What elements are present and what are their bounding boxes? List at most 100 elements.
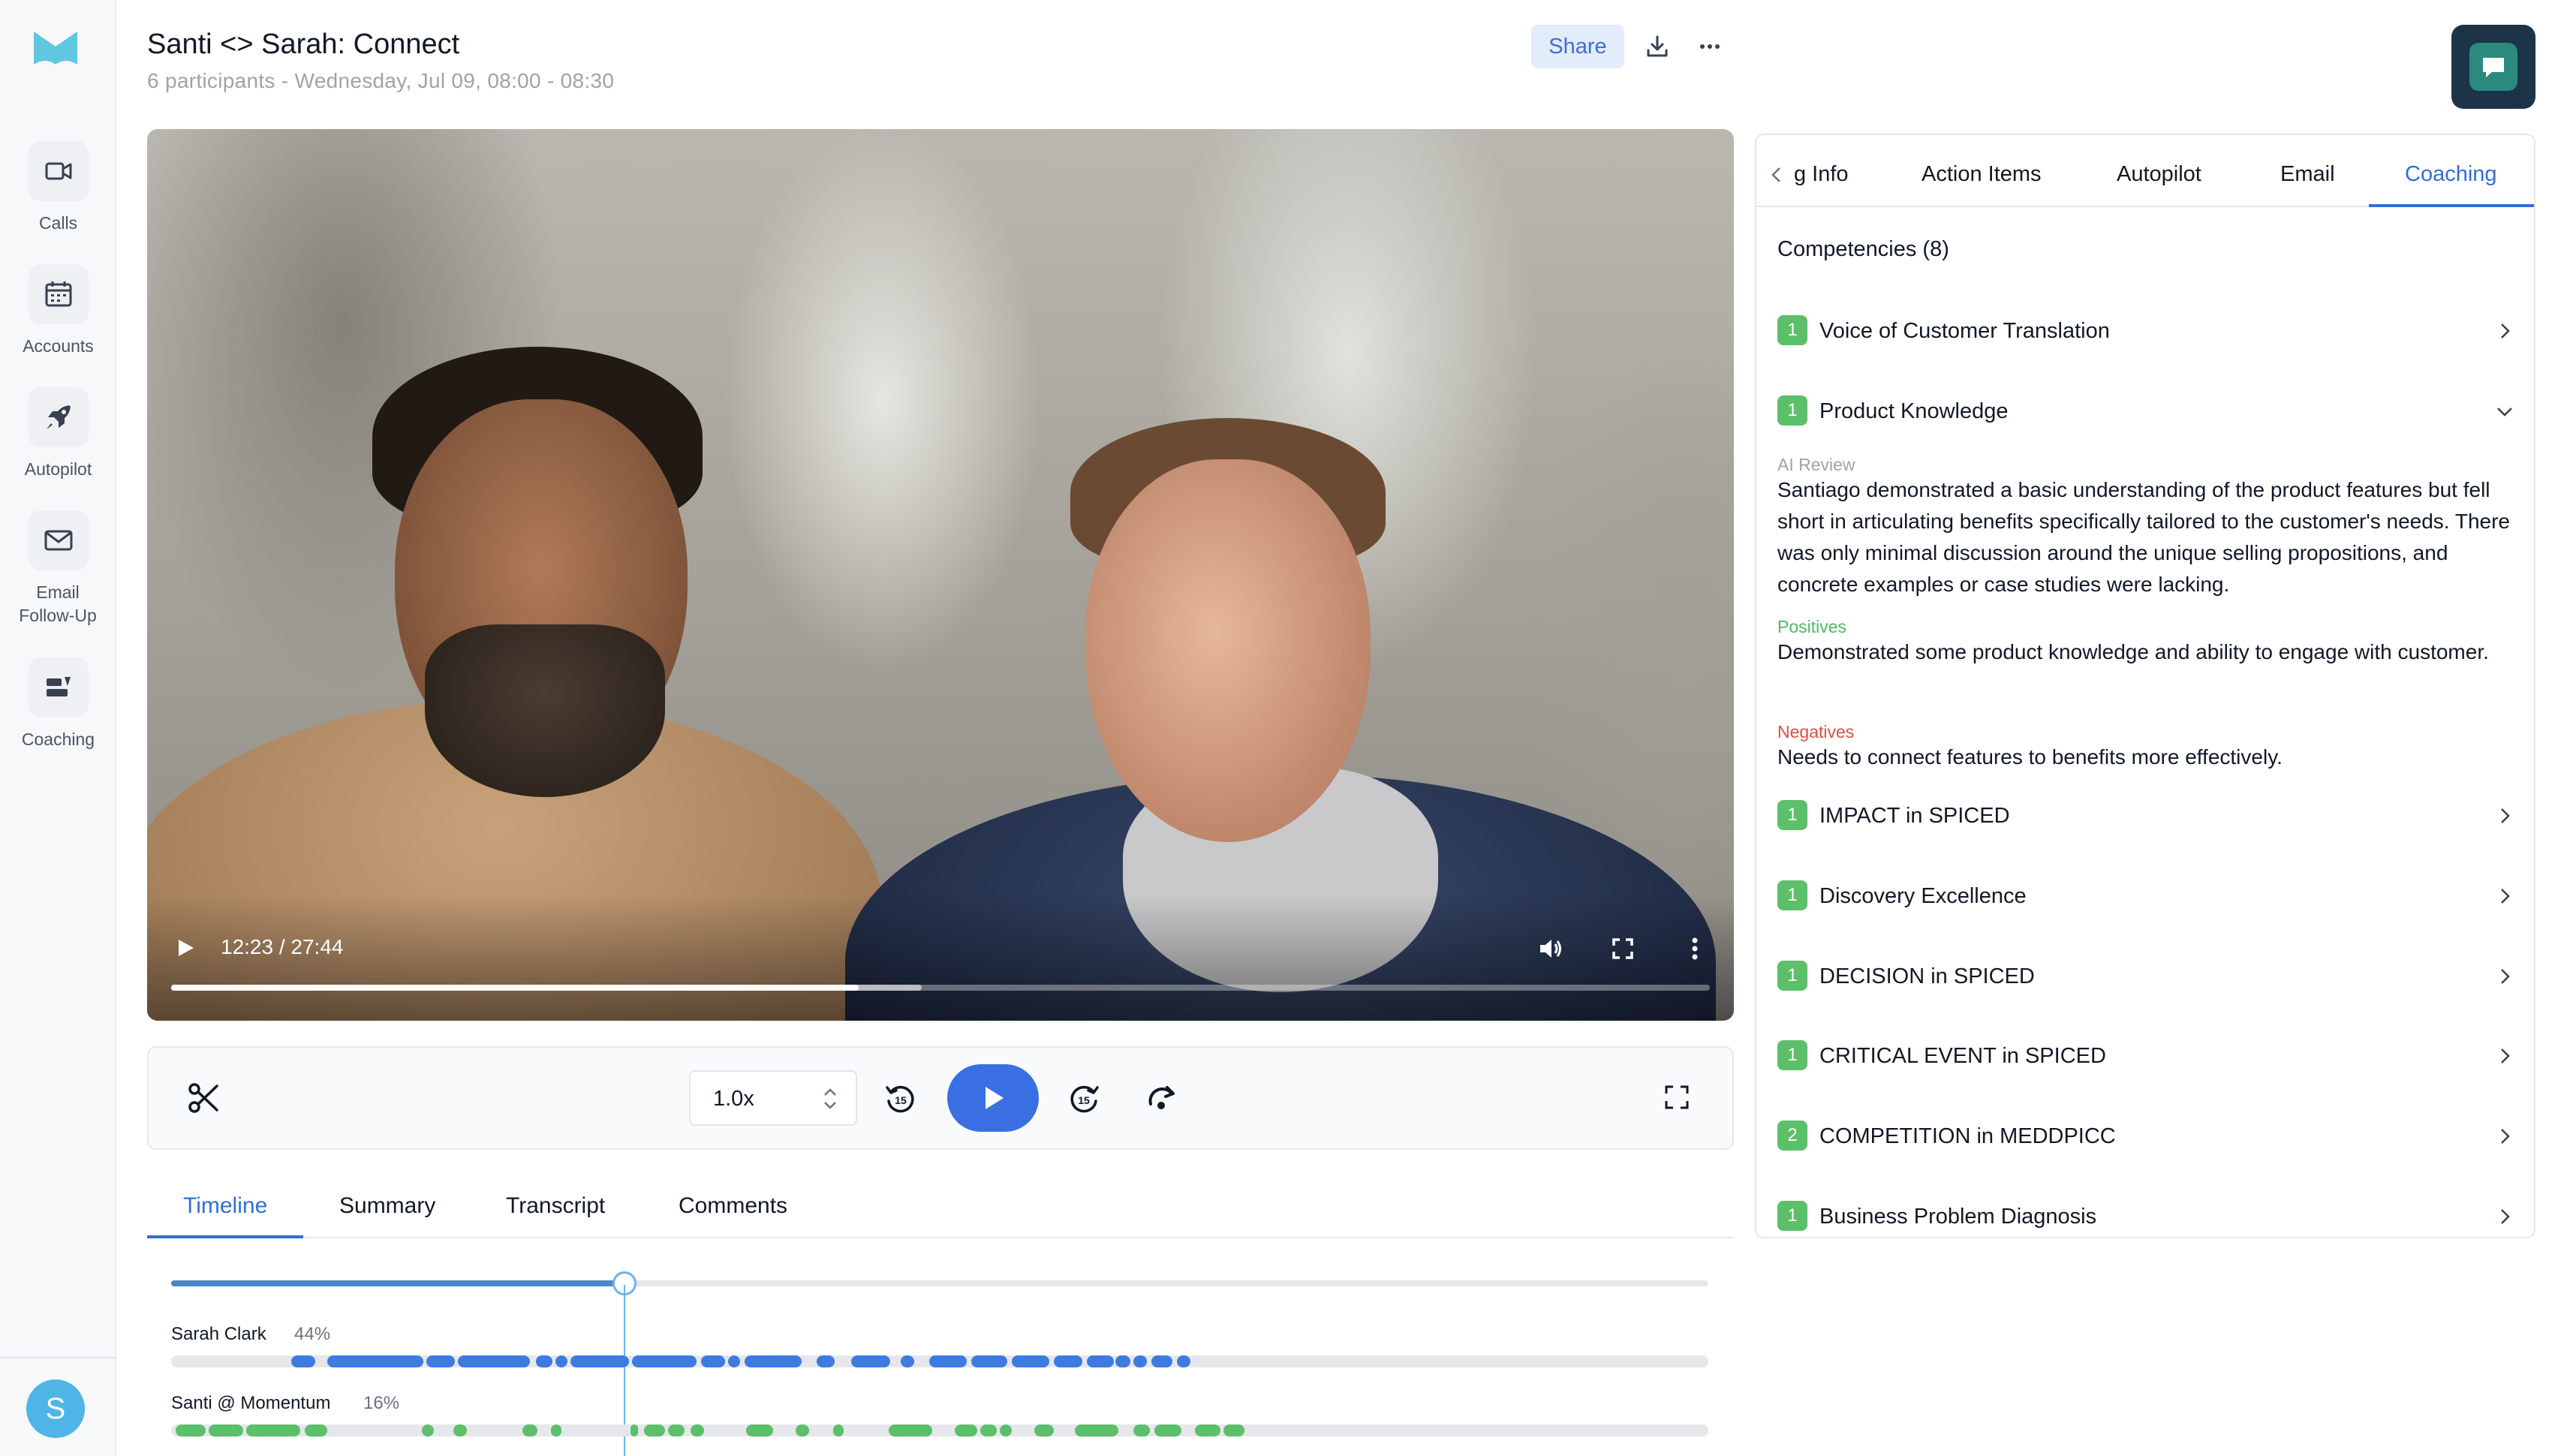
fullscreen-icon [1612,938,1633,959]
talk-segment[interactable] [555,1355,567,1367]
clip-button[interactable] [186,1081,221,1115]
talk-segment[interactable] [1012,1355,1049,1367]
video-player[interactable]: 12:23 / 27:44 [147,129,1734,1021]
talk-segment[interactable] [422,1424,434,1436]
chevron-left-icon[interactable] [1767,165,1786,185]
video-fullscreen-button[interactable] [1608,934,1638,964]
speaker-track-santi[interactable] [171,1424,1708,1436]
talk-segment[interactable] [522,1424,537,1436]
timeline-scrubber[interactable] [171,1271,1708,1295]
talk-segment[interactable] [901,1355,914,1367]
talk-segment[interactable] [632,1355,697,1367]
talk-segment[interactable] [1154,1424,1181,1436]
talk-segment[interactable] [1115,1355,1130,1367]
ellipsis-icon [1700,44,1720,49]
competency-row[interactable]: 1 CRITICAL EVENT in SPICED [1777,1040,2520,1073]
talk-segment[interactable] [1133,1424,1150,1436]
talk-segment[interactable] [1054,1355,1082,1367]
rewind-15-icon: 15 [886,1085,914,1113]
talk-segment[interactable] [1133,1355,1147,1367]
playback-speed-select[interactable]: 1.0x [689,1070,857,1126]
talk-segment[interactable] [570,1355,629,1367]
video-more-button[interactable] [1680,934,1710,964]
sidebar-item-email-follow-up[interactable]: Email Follow-Up [0,510,116,627]
talk-segment[interactable] [701,1355,725,1367]
competency-row[interactable]: 1 Discovery Excellence [1777,880,2520,913]
talk-segment[interactable] [796,1424,809,1436]
talk-segment[interactable] [327,1355,423,1367]
talk-segment[interactable] [1075,1424,1118,1436]
assistant-chat-button[interactable] [2451,25,2535,109]
sidebar-item-autopilot[interactable]: Autopilot [0,387,116,481]
panel-tab-autopilot[interactable]: Autopilot [2117,162,2201,187]
forward-15-button[interactable]: 15 [1066,1081,1102,1117]
talk-segment[interactable] [453,1424,467,1436]
sidebar-item-coaching[interactable]: Coaching [0,657,116,751]
talk-segment[interactable] [745,1355,802,1367]
play-button[interactable] [947,1064,1039,1132]
panel-tab-coaching[interactable]: Coaching [2405,162,2497,187]
skip-silence-button[interactable] [1144,1081,1180,1117]
talk-segment[interactable] [1151,1355,1172,1367]
more-options-button[interactable] [1693,30,1726,63]
talk-segment[interactable] [630,1424,638,1436]
talk-segment[interactable] [889,1424,932,1436]
talk-segment[interactable] [728,1355,740,1367]
talk-segment[interactable] [176,1424,206,1436]
app-logo[interactable] [31,29,80,71]
competency-row[interactable]: 1 IMPACT in SPICED [1777,800,2520,833]
talk-segment[interactable] [305,1424,327,1436]
competency-row[interactable]: 1 Voice of Customer Translation [1777,315,2520,348]
talk-segment[interactable] [1177,1355,1190,1367]
talk-segment[interactable] [851,1355,890,1367]
talk-segment[interactable] [955,1424,977,1436]
talk-segment[interactable] [1034,1424,1054,1436]
talk-segment[interactable] [209,1424,243,1436]
video-play-button[interactable] [174,937,197,959]
talk-segment[interactable] [291,1355,315,1367]
download-button[interactable] [1641,30,1674,63]
user-avatar[interactable]: S [26,1379,85,1438]
talk-segment[interactable] [833,1424,844,1436]
talk-segment[interactable] [1223,1424,1244,1436]
talk-segment[interactable] [668,1424,685,1436]
talk-segment[interactable] [246,1424,300,1436]
tab-timeline[interactable]: Timeline [183,1193,267,1219]
talk-segment[interactable] [980,1424,997,1436]
video-progress-bar[interactable] [171,985,1710,991]
talk-segment[interactable] [551,1424,561,1436]
talk-segment[interactable] [644,1424,665,1436]
skip-redo-icon [1148,1086,1175,1109]
talk-segment[interactable] [691,1424,704,1436]
share-button[interactable]: Share [1531,25,1624,68]
panel-tab-info[interactable]: g Info [1794,162,1849,187]
competency-row[interactable]: 1 DECISION in SPICED [1777,961,2520,994]
talk-segment[interactable] [746,1424,773,1436]
rewind-15-button[interactable]: 15 [883,1081,919,1117]
talk-segment[interactable] [1000,1424,1012,1436]
talk-segment[interactable] [929,1355,967,1367]
sidebar-item-accounts[interactable]: Accounts [0,264,116,358]
video-volume-button[interactable] [1536,934,1566,964]
competency-row[interactable]: 1 Business Problem Diagnosis [1777,1201,2520,1234]
panel-tab-action-items[interactable]: Action Items [1922,162,2042,187]
talk-segment[interactable] [1087,1355,1114,1367]
competency-row[interactable]: 2 COMPETITION in MEDDPICC [1777,1121,2520,1154]
talk-segment[interactable] [426,1355,455,1367]
competency-row-expanded[interactable]: 1 Product Knowledge [1777,396,2520,429]
positives-label: Positives [1777,617,1847,636]
talk-segment[interactable] [971,1355,1007,1367]
talk-segment[interactable] [817,1355,835,1367]
talk-segment[interactable] [458,1355,530,1367]
talk-segment[interactable] [536,1355,552,1367]
tab-summary[interactable]: Summary [339,1193,435,1219]
tab-transcript[interactable]: Transcript [506,1193,605,1219]
sidebar-item-calls[interactable]: Calls [0,141,116,235]
speaker-track-sarah-clark[interactable] [171,1355,1708,1367]
competency-label: DECISION in SPICED [1819,964,2035,988]
tab-comments[interactable]: Comments [679,1193,787,1219]
expand-player-button[interactable] [1662,1082,1692,1112]
panel-tab-email[interactable]: Email [2280,162,2335,187]
talk-segment[interactable] [1195,1424,1220,1436]
competency-label: IMPACT in SPICED [1819,804,2010,828]
